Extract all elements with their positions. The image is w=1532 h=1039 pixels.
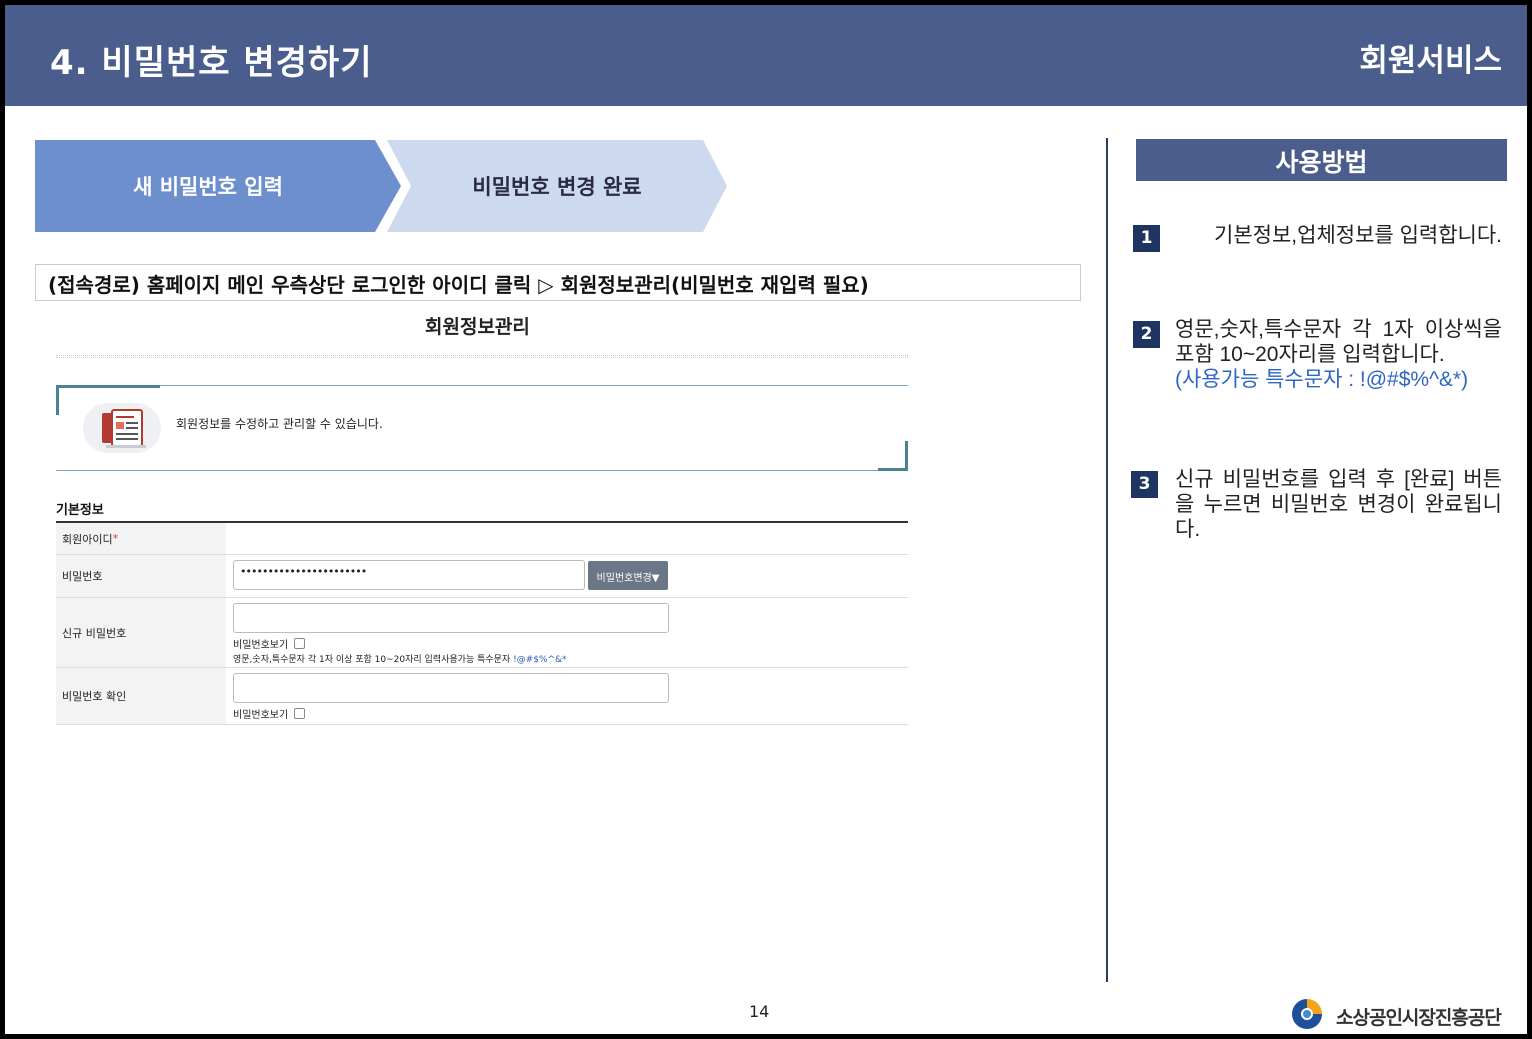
member-id-value (226, 523, 908, 554)
page-header: 4. 비밀번호 변경하기 회원서비스 (5, 5, 1527, 106)
step-badge-2: 2 (1133, 321, 1160, 348)
guide-text-2: 영문,숫자,특수문자 각 1자 이상씩을 포함 10~20자리를 입력합니다. (1175, 318, 1502, 366)
document-icon (102, 409, 146, 448)
guide-title: 사용방법 (1136, 139, 1507, 181)
member-id-label: 회원아이디 * (56, 523, 226, 554)
confirm-password-show-toggle: 비밀번호보기 (233, 706, 901, 721)
intro-top-accent (56, 385, 160, 388)
row-password: 비밀번호 ••••••••••••••••••••••• 비밀번호변경▼ (56, 555, 908, 598)
dotted-divider (56, 355, 908, 358)
step-new-password: 새 비밀번호 입력 (35, 140, 401, 232)
vertical-divider (1106, 138, 1108, 982)
show-confirm-checkbox[interactable] (294, 708, 306, 719)
row-member-id: 회원아이디 * (56, 523, 908, 555)
confirm-password-cell: 비밀번호보기 (226, 668, 908, 724)
guide-text-1: 기본정보,업체정보를 입력합니다. (1214, 224, 1502, 247)
row-confirm-password: 비밀번호 확인 비밀번호보기 (56, 668, 908, 725)
slide-page: 4. 비밀번호 변경하기 회원서비스 새 비밀번호 입력 비밀번호 변경 완료 … (5, 5, 1527, 1034)
section-title: 기본정보 (56, 503, 104, 518)
access-path: (접속경로) 홈페이지 메인 우측상단 로그인한 아이디 클릭 ▷ 회원정보관리… (35, 264, 1081, 301)
page-number: 14 (749, 1002, 770, 1021)
confirm-password-label: 비밀번호 확인 (56, 668, 226, 724)
password-rule-hint: 영문,숫자,특수문자 각 1자 이상 포함 10~20자리 입력사용가능 특수문… (233, 655, 567, 665)
step-password-complete: 비밀번호 변경 완료 (387, 140, 727, 232)
member-form: 회원아이디 * 비밀번호 ••••••••••••••••••••••• 비밀번호변… (56, 521, 908, 725)
new-password-show-toggle: 비밀번호보기 (233, 636, 901, 651)
intro-left-corner (56, 385, 59, 415)
password-value-cell: ••••••••••••••••••••••• 비밀번호변경▼ (226, 555, 908, 597)
intro-right-corner-v (905, 441, 908, 471)
guide-note-2: (사용가능 특수문자 : !@#$%^&*) (1175, 368, 1469, 391)
confirm-password-input[interactable] (233, 673, 669, 703)
show-confirm-label: 비밀번호보기 (233, 710, 289, 721)
guide-item-2: 영문,숫자,특수문자 각 1자 이상씩을 포함 10~20자리를 입력합니다. … (1175, 317, 1502, 392)
step-badge-1: 1 (1133, 225, 1160, 252)
intro-bottom-line (56, 470, 908, 471)
allowed-special-chars: !@#$%^&* (513, 655, 567, 665)
intro-top-line (56, 385, 908, 386)
intro-right-corner-h (878, 468, 908, 471)
organization-name: 소상공인시장진흥공단 (1336, 1007, 1502, 1029)
step-badge-3: 3 (1131, 471, 1158, 498)
page-title: 4. 비밀번호 변경하기 (50, 43, 373, 83)
password-label: 비밀번호 (56, 555, 226, 597)
intro-description: 회원정보를 수정하고 관리할 수 있습니다. (176, 417, 383, 431)
new-password-label: 신규 비밀번호 (56, 598, 226, 667)
screenshot-title: 회원정보관리 (425, 316, 530, 338)
show-password-checkbox[interactable] (294, 638, 306, 649)
change-password-button[interactable]: 비밀번호변경▼ (588, 560, 668, 590)
guide-text-3: 신규 비밀번호를 입력 후 [완료] 버튼을 누르면 비밀번호 변경이 완료됩니… (1175, 468, 1502, 541)
password-input[interactable]: ••••••••••••••••••••••• (233, 560, 585, 590)
page-category: 회원서비스 (1359, 43, 1502, 79)
organization-logo-icon (1292, 999, 1322, 1029)
show-password-label: 비밀번호보기 (233, 640, 289, 651)
required-mark: * (112, 532, 119, 545)
row-new-password: 신규 비밀번호 비밀번호보기 영문,숫자,특수문자 각 1자 이상 포함 10~… (56, 598, 908, 668)
intro-box: 회원정보를 수정하고 관리할 수 있습니다. (56, 385, 908, 471)
new-password-input[interactable] (233, 603, 669, 633)
new-password-cell: 비밀번호보기 영문,숫자,특수문자 각 1자 이상 포함 10~20자리 입력사… (226, 598, 908, 667)
